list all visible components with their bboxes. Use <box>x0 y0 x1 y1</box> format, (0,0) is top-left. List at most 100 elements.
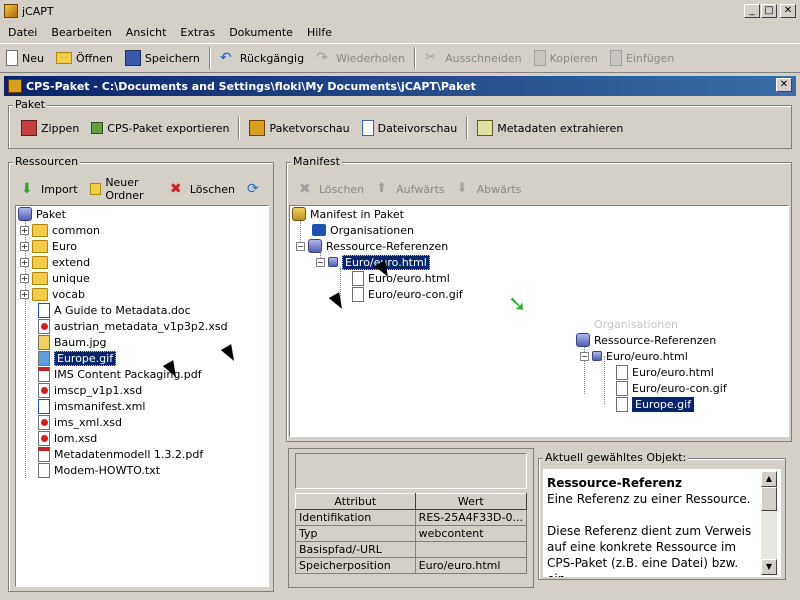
expand-icon[interactable]: + <box>20 257 29 267</box>
horizontal-splitter[interactable] <box>286 443 792 447</box>
save-button[interactable]: Speichern <box>119 46 206 70</box>
tree-folder-extend[interactable]: + extend <box>20 254 90 270</box>
toolbar-separator <box>238 117 241 139</box>
expand-icon[interactable]: + <box>20 289 29 299</box>
tree-file[interactable]: Baum.jpg <box>38 334 107 350</box>
file-preview-button[interactable]: Dateivorschau <box>356 116 464 140</box>
menu-dokumente[interactable]: Dokumente <box>221 26 299 39</box>
ressourcen-group: Ressourcen ⬇ Import Neuer Ordner ✖ Lösch… <box>8 155 274 592</box>
cut-button[interactable]: ✂ Ausschneiden <box>419 46 528 70</box>
tree-file[interactable]: Modem-HOWTO.txt <box>38 462 160 478</box>
vertical-splitter[interactable] <box>276 156 282 596</box>
tree-file-selected[interactable]: Europe.gif <box>38 350 117 366</box>
attribute-name: Identifikation <box>295 509 416 526</box>
delete-resource-button[interactable]: ✖ Löschen <box>164 177 241 201</box>
tree-file[interactable]: Metadatenmodell 1.3.2.pdf <box>38 446 203 462</box>
paket-group-label: Paket <box>13 98 47 111</box>
tree-file[interactable]: austrian_metadata_v1p3p2.xsd <box>38 318 228 334</box>
copy-button[interactable]: Kopieren <box>528 46 604 70</box>
zip-icon <box>21 120 37 136</box>
info-scrollbar[interactable]: ▲ ▼ <box>761 471 777 575</box>
tree-root-paket[interactable]: Paket <box>18 206 66 222</box>
tree-file[interactable]: imscp_v1p1.xsd <box>38 382 142 398</box>
extract-metadata-button[interactable]: Metadaten extrahieren <box>471 116 629 140</box>
text-file-icon <box>38 462 50 478</box>
manifest-file[interactable]: Euro/euro.html <box>352 270 450 286</box>
manifest-tree[interactable]: Manifest in Paket Organisationen − Resso… <box>289 205 789 437</box>
manifest-resource-selected[interactable]: − Euro/euro.html <box>316 254 430 270</box>
folder-icon <box>32 239 48 253</box>
new-folder-button[interactable]: Neuer Ordner <box>84 176 164 202</box>
menu-hilfe[interactable]: Hilfe <box>299 26 338 39</box>
tree-file[interactable]: ims_xml.xsd <box>38 414 122 430</box>
tree-file[interactable]: lom.xsd <box>38 430 97 446</box>
move-down-button[interactable]: ⬇ Abwärts <box>451 177 528 201</box>
tree-folder-unique[interactable]: + unique <box>20 270 90 286</box>
attribute-value[interactable] <box>414 541 528 558</box>
scroll-up-icon[interactable]: ▲ <box>761 471 777 487</box>
manifest-delete-button[interactable]: ✖ Löschen <box>293 177 370 201</box>
minimize-button[interactable]: _ <box>744 4 760 18</box>
new-button[interactable]: Neu <box>0 46 50 70</box>
refresh-button[interactable]: ⟳ <box>241 177 273 201</box>
info-text-area[interactable]: Ressource-Referenz Eine Referenz zu eine… <box>543 469 781 577</box>
scroll-down-icon[interactable]: ▼ <box>761 559 777 575</box>
menu-ansicht[interactable]: Ansicht <box>118 26 173 39</box>
table-row[interactable]: Identifikation RES-25A4F33D-0... <box>295 509 528 526</box>
attribute-panel: Attribut Wert Identifikation RES-25A4F33… <box>288 448 534 588</box>
info-group-label: Aktuell gewähltes Objekt: <box>543 451 689 464</box>
expand-icon[interactable]: + <box>20 241 29 251</box>
tree-file[interactable]: A Guide to Metadata.doc <box>38 302 191 318</box>
collapse-icon[interactable]: − <box>296 241 305 251</box>
column-header-attribute[interactable]: Attribut <box>295 493 416 510</box>
open-button[interactable]: Öffnen <box>50 46 119 70</box>
expand-icon[interactable]: + <box>20 225 29 235</box>
menu-bearbeiten[interactable]: Bearbeiten <box>43 26 117 39</box>
table-row[interactable]: Speicherposition Euro/euro.html <box>295 557 528 574</box>
paste-icon <box>609 50 622 66</box>
document-titlebar: CPS-Paket - C:\Documents and Settings\fl… <box>4 76 796 96</box>
tree-file[interactable]: imsmanifest.xml <box>38 398 145 414</box>
tree-folder-vocab[interactable]: + vocab <box>20 286 85 302</box>
package-preview-button[interactable]: Paketvorschau <box>243 116 355 140</box>
export-package-button[interactable]: CPS-Paket exportieren <box>85 116 235 140</box>
pdf-file-icon <box>38 446 50 462</box>
toolbar-separator <box>414 47 417 69</box>
resource-tree[interactable]: Paket + common + Euro + extend + unique … <box>15 205 269 587</box>
menu-extras[interactable]: Extras <box>172 26 221 39</box>
column-header-value[interactable]: Wert <box>414 493 528 510</box>
document-close-button[interactable]: ✕ <box>776 78 792 92</box>
toolbar-separator <box>466 117 469 139</box>
table-row[interactable]: Typ webcontent <box>295 525 528 542</box>
expand-icon[interactable]: + <box>20 273 29 283</box>
image-file-icon <box>38 350 50 366</box>
table-row[interactable]: Basispfad/-URL <box>295 541 528 558</box>
undo-button[interactable]: ↶ Rückgängig <box>214 46 310 70</box>
after-file: Euro/euro-con.gif <box>616 380 727 396</box>
ressourcen-group-label: Ressourcen <box>13 155 81 168</box>
xsd-file-icon <box>38 382 50 398</box>
attribute-value[interactable]: RES-25A4F33D-0... <box>414 509 528 526</box>
drag-cursor-icon <box>328 292 348 312</box>
folder-icon <box>32 255 48 269</box>
attribute-value[interactable]: webcontent <box>414 525 528 542</box>
manifest-resource-refs[interactable]: − Ressource-Referenzen <box>296 238 448 254</box>
maximize-button[interactable]: □ <box>761 4 777 18</box>
move-up-button[interactable]: ⬆ Aufwärts <box>370 177 450 201</box>
after-file-selected: Europe.gif <box>616 396 695 412</box>
manifest-file[interactable]: Euro/euro-con.gif <box>352 286 463 302</box>
paste-button[interactable]: Einfügen <box>604 46 681 70</box>
tree-folder-common[interactable]: + common <box>20 222 100 238</box>
tree-folder-euro[interactable]: + Euro <box>20 238 77 254</box>
collapse-icon[interactable]: − <box>316 257 325 267</box>
import-button[interactable]: ⬇ Import <box>15 177 84 201</box>
xsd-file-icon <box>38 414 50 430</box>
manifest-root[interactable]: Manifest in Paket <box>292 206 404 222</box>
scroll-thumb[interactable] <box>761 487 777 511</box>
redo-button[interactable]: ↷ Wiederholen <box>310 46 411 70</box>
manifest-organisations[interactable]: Organisationen <box>312 222 414 238</box>
zip-button[interactable]: Zippen <box>15 116 85 140</box>
menu-datei[interactable]: Datei <box>0 26 43 39</box>
attribute-value[interactable]: Euro/euro.html <box>414 557 528 574</box>
close-button[interactable]: ✕ <box>780 4 796 18</box>
